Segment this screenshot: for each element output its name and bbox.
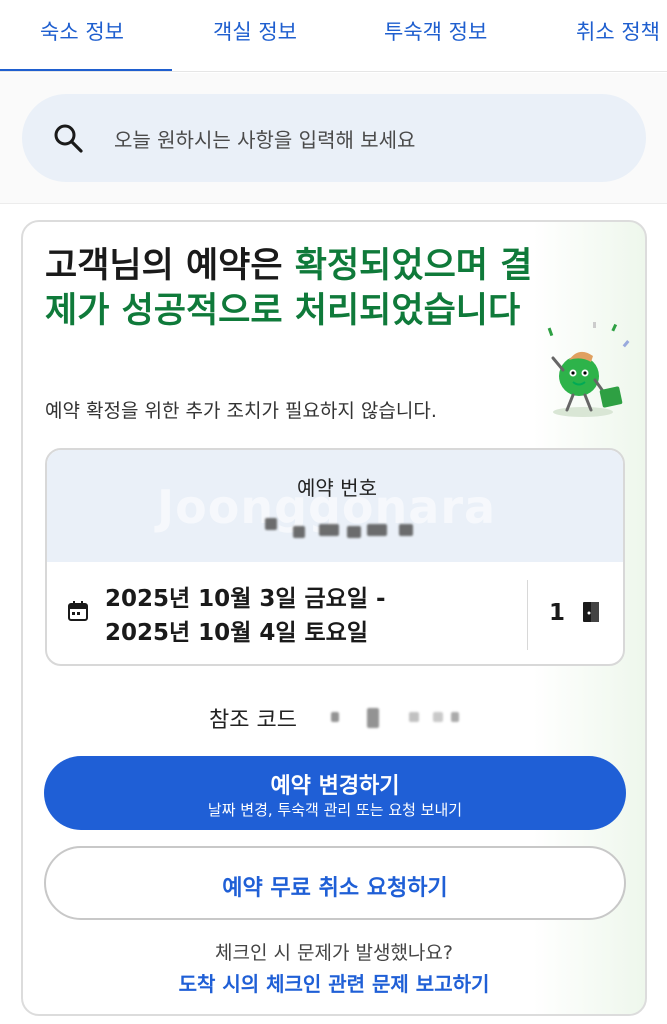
check-in-date: 2025년 10월 3일 금요일 -	[105, 586, 386, 612]
reference-code-label: 참조 코드	[209, 708, 297, 733]
redacted-reference	[433, 712, 443, 722]
confirmation-headline: 고객님의 예약은 확정되었으며 결제가 성공적으로 처리되었습니다	[45, 244, 545, 334]
modify-booking-subtitle: 날짜 변경, 투숙객 관리 또는 요청 보내기	[207, 801, 463, 819]
free-cancel-label: 예약 무료 취소 요청하기	[222, 876, 448, 901]
calendar-icon	[68, 601, 88, 621]
divider	[527, 580, 528, 650]
checkin-issue-question: 체크인 시 문제가 발생했나요?	[215, 942, 453, 964]
confirmation-subtext: 예약 확정을 위한 추가 조치가 필요하지 않습니다.	[45, 400, 437, 422]
search-input[interactable]: 오늘 원하시는 사항을 입력해 보세요	[114, 124, 415, 153]
report-checkin-issue-link[interactable]: 도착 시의 체크인 관련 문제 보고하기	[23, 968, 645, 997]
mascot-illustration	[547, 322, 630, 417]
redacted-reference	[331, 712, 339, 722]
reservation-number-label: 예약 번호	[297, 476, 377, 500]
divider	[0, 203, 667, 204]
redacted-number	[367, 524, 387, 536]
headline-text: 고객님의 예약은	[45, 246, 295, 286]
tab-bar: 숙소 정보 객실 정보 투숙객 정보 취소 정책	[0, 0, 667, 72]
tab-property-info[interactable]: 숙소 정보	[40, 16, 124, 46]
modify-booking-button[interactable]: 예약 변경하기 날짜 변경, 투숙객 관리 또는 요청 보내기	[44, 756, 626, 830]
redacted-reference	[409, 712, 419, 722]
redacted-number	[319, 524, 339, 536]
reservation-number-section: Joonggonara 예약 번호	[47, 450, 623, 562]
tab-room-info[interactable]: 객실 정보	[213, 16, 297, 46]
redacted-number	[399, 524, 413, 536]
redacted-reference	[367, 708, 379, 728]
modify-booking-title: 예약 변경하기	[270, 774, 400, 799]
check-out-date: 2025년 10월 4일 토요일	[105, 620, 369, 646]
redacted-number	[293, 526, 305, 538]
tab-cancel-policy[interactable]: 취소 정책	[576, 16, 660, 46]
stay-dates: 2025년 10월 3일 금요일 - 2025년 10월 4일 토요일	[105, 582, 386, 650]
confirmation-card: 고객님의 예약은 확정되었으며 결제가 성공적으로 처리되었습니다 예약 확정을…	[21, 220, 647, 1016]
reservation-box: Joonggonara 예약 번호 2025년 10월 3일 금요일 - 202…	[45, 448, 625, 666]
room-count: 1	[549, 600, 566, 626]
redacted-reference	[451, 712, 459, 722]
active-tab-indicator	[0, 69, 172, 71]
door-icon	[583, 602, 599, 622]
search-bar[interactable]: 오늘 원하시는 사항을 입력해 보세요	[22, 94, 646, 182]
redacted-number	[347, 526, 361, 538]
tab-guest-info[interactable]: 투숙객 정보	[384, 16, 487, 46]
redacted-number	[265, 518, 277, 530]
search-icon	[54, 124, 83, 153]
free-cancel-button[interactable]: 예약 무료 취소 요청하기	[44, 846, 626, 920]
